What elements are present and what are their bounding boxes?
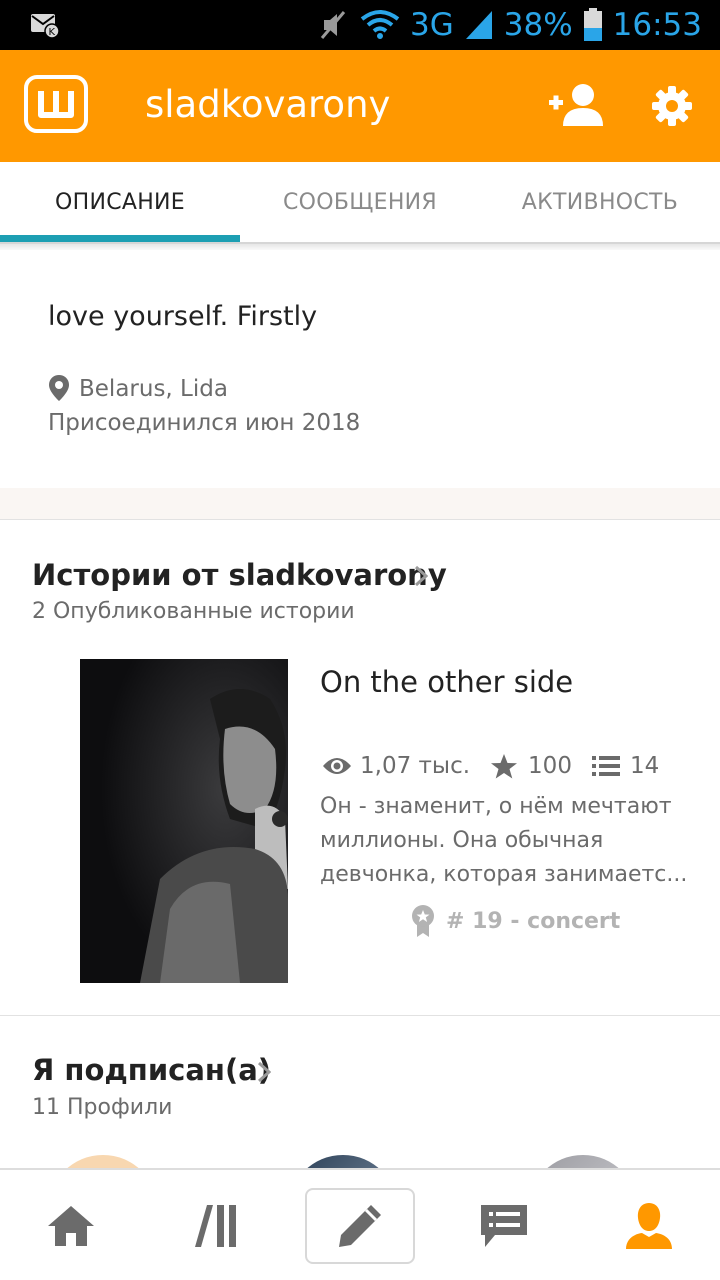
location-text: Belarus, Lida xyxy=(79,376,228,402)
story-description-line: девчонка, которая занимаетс... xyxy=(320,862,688,887)
nav-library[interactable] xyxy=(162,1188,272,1264)
nav-messages[interactable] xyxy=(449,1188,559,1264)
logo-mark-icon xyxy=(38,91,74,118)
signal-icon xyxy=(465,11,492,39)
list-icon xyxy=(591,756,620,776)
tab-description[interactable]: ОПИСАНИЕ xyxy=(0,162,240,242)
story-rank-tag[interactable]: # 19 - concert xyxy=(410,904,620,938)
following-count: 11 Профили xyxy=(32,1095,173,1120)
battery-icon xyxy=(583,8,602,41)
parts-stat: 14 xyxy=(591,753,660,779)
tab-messages[interactable]: СООБЩЕНИЯ xyxy=(240,162,480,242)
nav-home[interactable] xyxy=(16,1188,126,1264)
mail-notification-icon: K xyxy=(31,14,60,38)
home-icon xyxy=(48,1206,94,1246)
story-description-line: миллионы. Она обычная xyxy=(320,828,604,853)
app-bar: sladkovarony xyxy=(0,50,720,162)
story-description-line: Он - знаменит, о нём мечтают xyxy=(320,794,672,819)
eye-icon xyxy=(323,758,351,774)
library-icon xyxy=(195,1205,236,1247)
active-tab-indicator xyxy=(0,235,240,242)
section-divider xyxy=(0,1015,720,1016)
bottom-navigation xyxy=(0,1168,720,1280)
joined-date: Присоединился июн 2018 xyxy=(48,410,361,436)
views-stat: 1,07 тыс. xyxy=(322,753,470,779)
profile-tabs: ОПИСАНИЕ СООБЩЕНИЯ АКТИВНОСТЬ xyxy=(0,162,720,244)
network-type-label: 3G xyxy=(410,7,454,43)
messages-icon xyxy=(481,1205,527,1247)
votes-stat: 100 xyxy=(490,753,572,780)
chevron-right-icon[interactable] xyxy=(414,565,428,587)
chevron-right-icon[interactable] xyxy=(257,1061,271,1083)
clock: 16:53 xyxy=(612,7,702,43)
add-user-icon[interactable] xyxy=(547,82,605,128)
svg-text:K: K xyxy=(49,27,56,38)
wattpad-logo[interactable] xyxy=(24,75,88,133)
wifi-icon xyxy=(360,10,400,39)
gear-icon[interactable] xyxy=(650,84,694,128)
stories-section-title[interactable]: Истории от sladkovarony xyxy=(32,558,447,592)
pencil-icon xyxy=(339,1205,381,1247)
section-separator xyxy=(0,488,720,520)
story-stats: 1,07 тыс. 100 14 xyxy=(322,750,659,782)
stories-count: 2 Опубликованные истории xyxy=(32,599,355,624)
votes-count: 100 xyxy=(528,753,572,779)
map-pin-icon xyxy=(49,375,69,401)
star-icon xyxy=(491,753,518,778)
story-description: Он - знаменит, о нём мечтают миллионы. О… xyxy=(320,790,688,892)
following-section-title[interactable]: Я подписан(а) xyxy=(32,1053,271,1087)
profile-username: sladkovarony xyxy=(145,83,391,126)
status-bar: K 3G 38% 16:53 xyxy=(0,0,720,50)
battery-percent: 38% xyxy=(503,7,573,43)
cover-photo xyxy=(80,659,288,983)
ribbon-badge-icon xyxy=(412,905,434,937)
nav-profile[interactable] xyxy=(594,1188,704,1264)
views-count: 1,07 тыс. xyxy=(360,753,471,779)
nav-write[interactable] xyxy=(305,1188,415,1264)
story-rank-text: # 19 - concert xyxy=(446,908,621,934)
mute-icon xyxy=(320,11,346,39)
profile-icon xyxy=(626,1203,672,1249)
parts-count: 14 xyxy=(629,753,660,779)
profile-description: love yourself. Firstly Belarus, Lida При… xyxy=(0,250,720,488)
story-title[interactable]: On the other side xyxy=(320,665,573,699)
tab-activity[interactable]: АКТИВНОСТЬ xyxy=(480,162,720,242)
story-cover-image[interactable] xyxy=(80,659,288,983)
about-text: love yourself. Firstly xyxy=(48,301,318,332)
